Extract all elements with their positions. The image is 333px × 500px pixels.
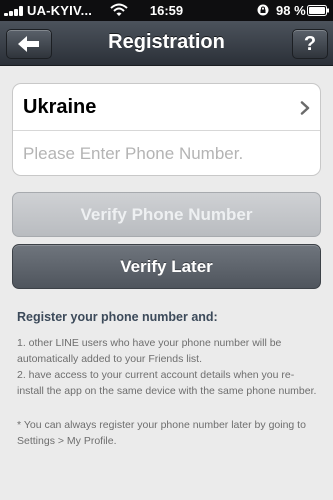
info-note: * You can always register your phone num… [17, 419, 306, 447]
page-title: Registration [108, 31, 225, 53]
chevron-right-icon [300, 101, 310, 115]
navigation-bar: Registration ? [0, 21, 333, 66]
verify-phone-button[interactable]: Verify Phone Number [12, 192, 321, 237]
status-bar: UA-KYIV... 16:59 98 % [0, 0, 333, 21]
verify-later-button[interactable]: Verify Later [12, 244, 321, 289]
info-item-1: 1. other LINE users who have your phone … [17, 337, 282, 365]
registration-form: Ukraine [12, 83, 321, 176]
back-arrow-icon [18, 36, 39, 52]
country-selector[interactable]: Ukraine [13, 84, 320, 131]
phone-number-input[interactable] [13, 132, 320, 175]
help-label: ? [303, 32, 317, 55]
info-heading: Register your phone number and: [17, 310, 218, 324]
battery-percent: 98 % [276, 3, 306, 18]
orientation-lock-icon [257, 4, 269, 16]
info-item-2: 2. have access to your current account d… [17, 369, 317, 397]
battery-icon [307, 5, 329, 16]
back-button[interactable] [6, 29, 52, 59]
help-button[interactable]: ? [292, 29, 328, 59]
country-label: Ukraine [23, 96, 97, 118]
